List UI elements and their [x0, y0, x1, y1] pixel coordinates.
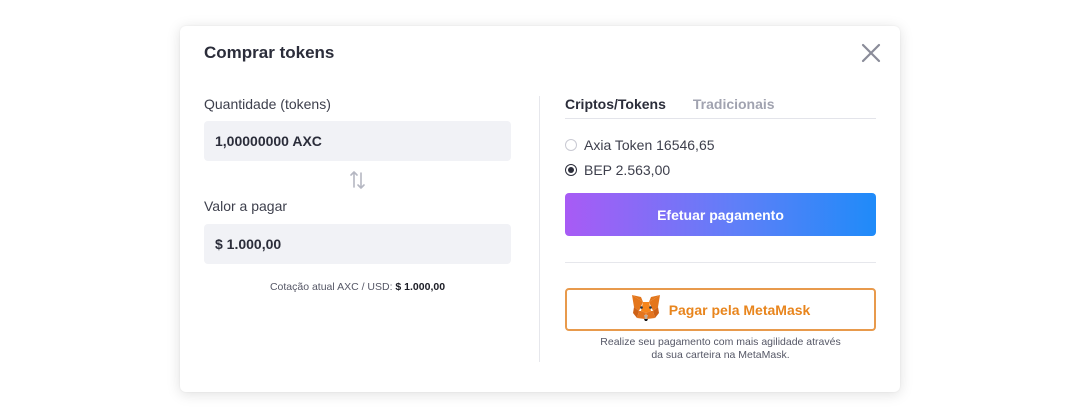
rate-prefix: Cotação atual AXC / USD: — [269, 281, 393, 293]
exchange-rate: Cotação atual AXC / USD: $ 1.000,00 — [204, 281, 511, 293]
section-divider — [565, 262, 876, 263]
tab-criptos-tokens[interactable]: Criptos/Tokens — [565, 96, 666, 118]
metamask-fox-icon — [631, 294, 661, 325]
metamask-description: Realize seu pagamento com mais agilidade… — [565, 336, 876, 362]
close-icon[interactable] — [860, 42, 882, 64]
option-bep[interactable]: BEP 2.563,00 — [565, 157, 876, 182]
payment-options: Axia Token 16546,65 BEP 2.563,00 — [565, 132, 876, 182]
option-axia-token[interactable]: Axia Token 16546,65 — [565, 132, 876, 157]
column-divider — [539, 96, 540, 362]
pay-amount-value: $ 1.000,00 — [215, 236, 282, 252]
tab-tradicionais[interactable]: Tradicionais — [693, 96, 775, 118]
metamask-desc-line1: Realize seu pagamento com mais agilidade… — [600, 336, 841, 348]
quantity-label: Quantidade (tokens) — [204, 96, 331, 112]
pay-amount-field[interactable]: $ 1.000,00 — [204, 224, 511, 264]
radio-unchecked[interactable] — [565, 138, 577, 151]
pay-amount-label: Valor a pagar — [204, 198, 288, 214]
quantity-field[interactable]: 1,00000000 AXC — [204, 121, 511, 161]
metamask-button[interactable]: Pagar pela MetaMask — [565, 288, 876, 331]
payment-tabs: Criptos/Tokens Tradicionais — [565, 96, 876, 119]
quantity-value: 1,00000000 AXC — [215, 133, 322, 149]
payment-panel: Criptos/Tokens Tradicionais Axia Token 1… — [565, 96, 876, 362]
option-label: Axia Token 16546,65 — [584, 136, 715, 153]
pay-button-label: Efetuar pagamento — [657, 206, 784, 223]
buy-tokens-modal: Comprar tokens Quantidade (tokens) 1,000… — [180, 26, 900, 392]
pay-button[interactable]: Efetuar pagamento — [565, 193, 876, 236]
swap-arrows-icon[interactable] — [204, 165, 511, 195]
radio-checked[interactable] — [565, 163, 577, 176]
modal-title: Comprar tokens — [204, 43, 335, 62]
rate-value: $ 1.000,00 — [395, 281, 446, 293]
purchase-form: Quantidade (tokens) 1,00000000 AXC Valor… — [204, 96, 511, 293]
option-label: BEP 2.563,00 — [584, 161, 671, 178]
metamask-desc-line2: da sua carteira na MetaMask. — [651, 349, 790, 361]
metamask-button-label: Pagar pela MetaMask — [668, 301, 811, 318]
